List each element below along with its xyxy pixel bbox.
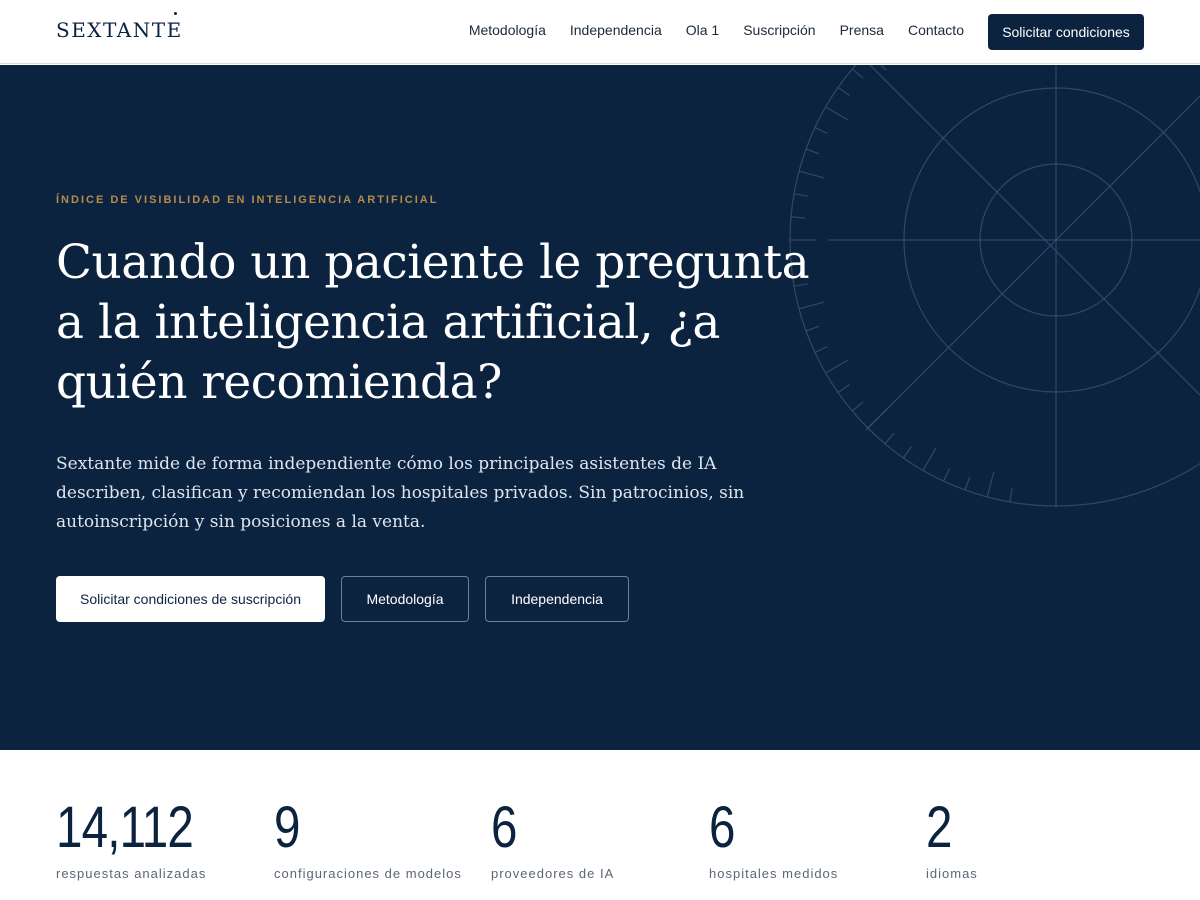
hero-headline: Cuando un paciente le pregunta a la inte… xyxy=(56,235,810,410)
stat-languages: 2 idiomas xyxy=(926,795,978,882)
sextant-tick xyxy=(851,401,864,412)
sextant-tick xyxy=(884,432,895,445)
nav-item-independencia[interactable]: Independencia xyxy=(570,22,662,38)
stat-label: idiomas xyxy=(926,866,978,881)
sextant-tick xyxy=(851,68,864,79)
sextant-tick xyxy=(825,106,849,121)
stat-value: 14,112 xyxy=(56,795,194,860)
stat-responses: 14,112 respuestas analizadas xyxy=(56,795,223,882)
stat-value: 9 xyxy=(274,795,300,860)
sextant-tick xyxy=(986,471,995,498)
request-conditions-button[interactable]: Solicitar condiciones xyxy=(988,14,1144,50)
stat-hospitals: 6 hospitales medidos xyxy=(709,795,839,882)
main-nav: Metodología Independencia Ola 1 Suscripc… xyxy=(469,22,964,38)
sextant-tick xyxy=(902,446,912,459)
site-header: SEXTANTE Metodología Independencia Ola 1… xyxy=(0,0,1200,64)
hero-section: ÍNDICE DE VISIBILIDAD EN INTELIGENCIA AR… xyxy=(0,65,1200,750)
hero-eyebrow: ÍNDICE DE VISIBILIDAD EN INTELIGENCIA AR… xyxy=(56,194,439,206)
sextant-tick xyxy=(793,193,808,197)
stat-label: hospitales medidos xyxy=(709,866,839,881)
sextant-tick xyxy=(805,148,820,155)
stat-label: respuestas analizadas xyxy=(56,866,207,881)
sextant-tick xyxy=(922,447,937,471)
stat-label: proveedores de IA xyxy=(491,866,615,881)
stat-ai-providers: 6 proveedores de IA xyxy=(491,795,615,882)
nav-item-prensa[interactable]: Prensa xyxy=(840,22,884,38)
independence-button[interactable]: Independencia xyxy=(485,576,629,622)
stat-model-configurations: 9 configuraciones de modelos xyxy=(274,795,462,882)
subscription-conditions-button[interactable]: Solicitar condiciones de suscripción xyxy=(56,576,325,622)
nav-item-suscripcion[interactable]: Suscripción xyxy=(743,22,815,38)
sextant-tick xyxy=(964,476,971,491)
sextant-tick xyxy=(867,409,887,429)
stat-value: 6 xyxy=(709,795,735,860)
sextant-tick xyxy=(814,127,828,135)
stats-section: 14,112 respuestas analizadas 9 configura… xyxy=(0,750,1200,900)
stat-value: 2 xyxy=(926,795,952,860)
hero-lede: Sextante mide de forma independiente cóm… xyxy=(56,454,745,532)
nav-item-ola-1[interactable]: Ola 1 xyxy=(686,22,719,38)
stat-label: configuraciones de modelos xyxy=(274,866,462,881)
nav-item-metodologia[interactable]: Metodología xyxy=(469,22,546,38)
methodology-button[interactable]: Metodología xyxy=(341,576,469,622)
sextant-tick xyxy=(798,170,825,179)
sextant-tick xyxy=(943,468,951,482)
sextant-tick xyxy=(1009,488,1013,503)
logo-dot xyxy=(174,12,177,15)
nav-item-contacto[interactable]: Contacto xyxy=(908,22,964,38)
sextant-tick xyxy=(837,86,850,96)
sextant-tick xyxy=(790,216,806,219)
stat-value: 6 xyxy=(491,795,517,860)
brand-logo[interactable]: SEXTANTE xyxy=(56,18,183,42)
